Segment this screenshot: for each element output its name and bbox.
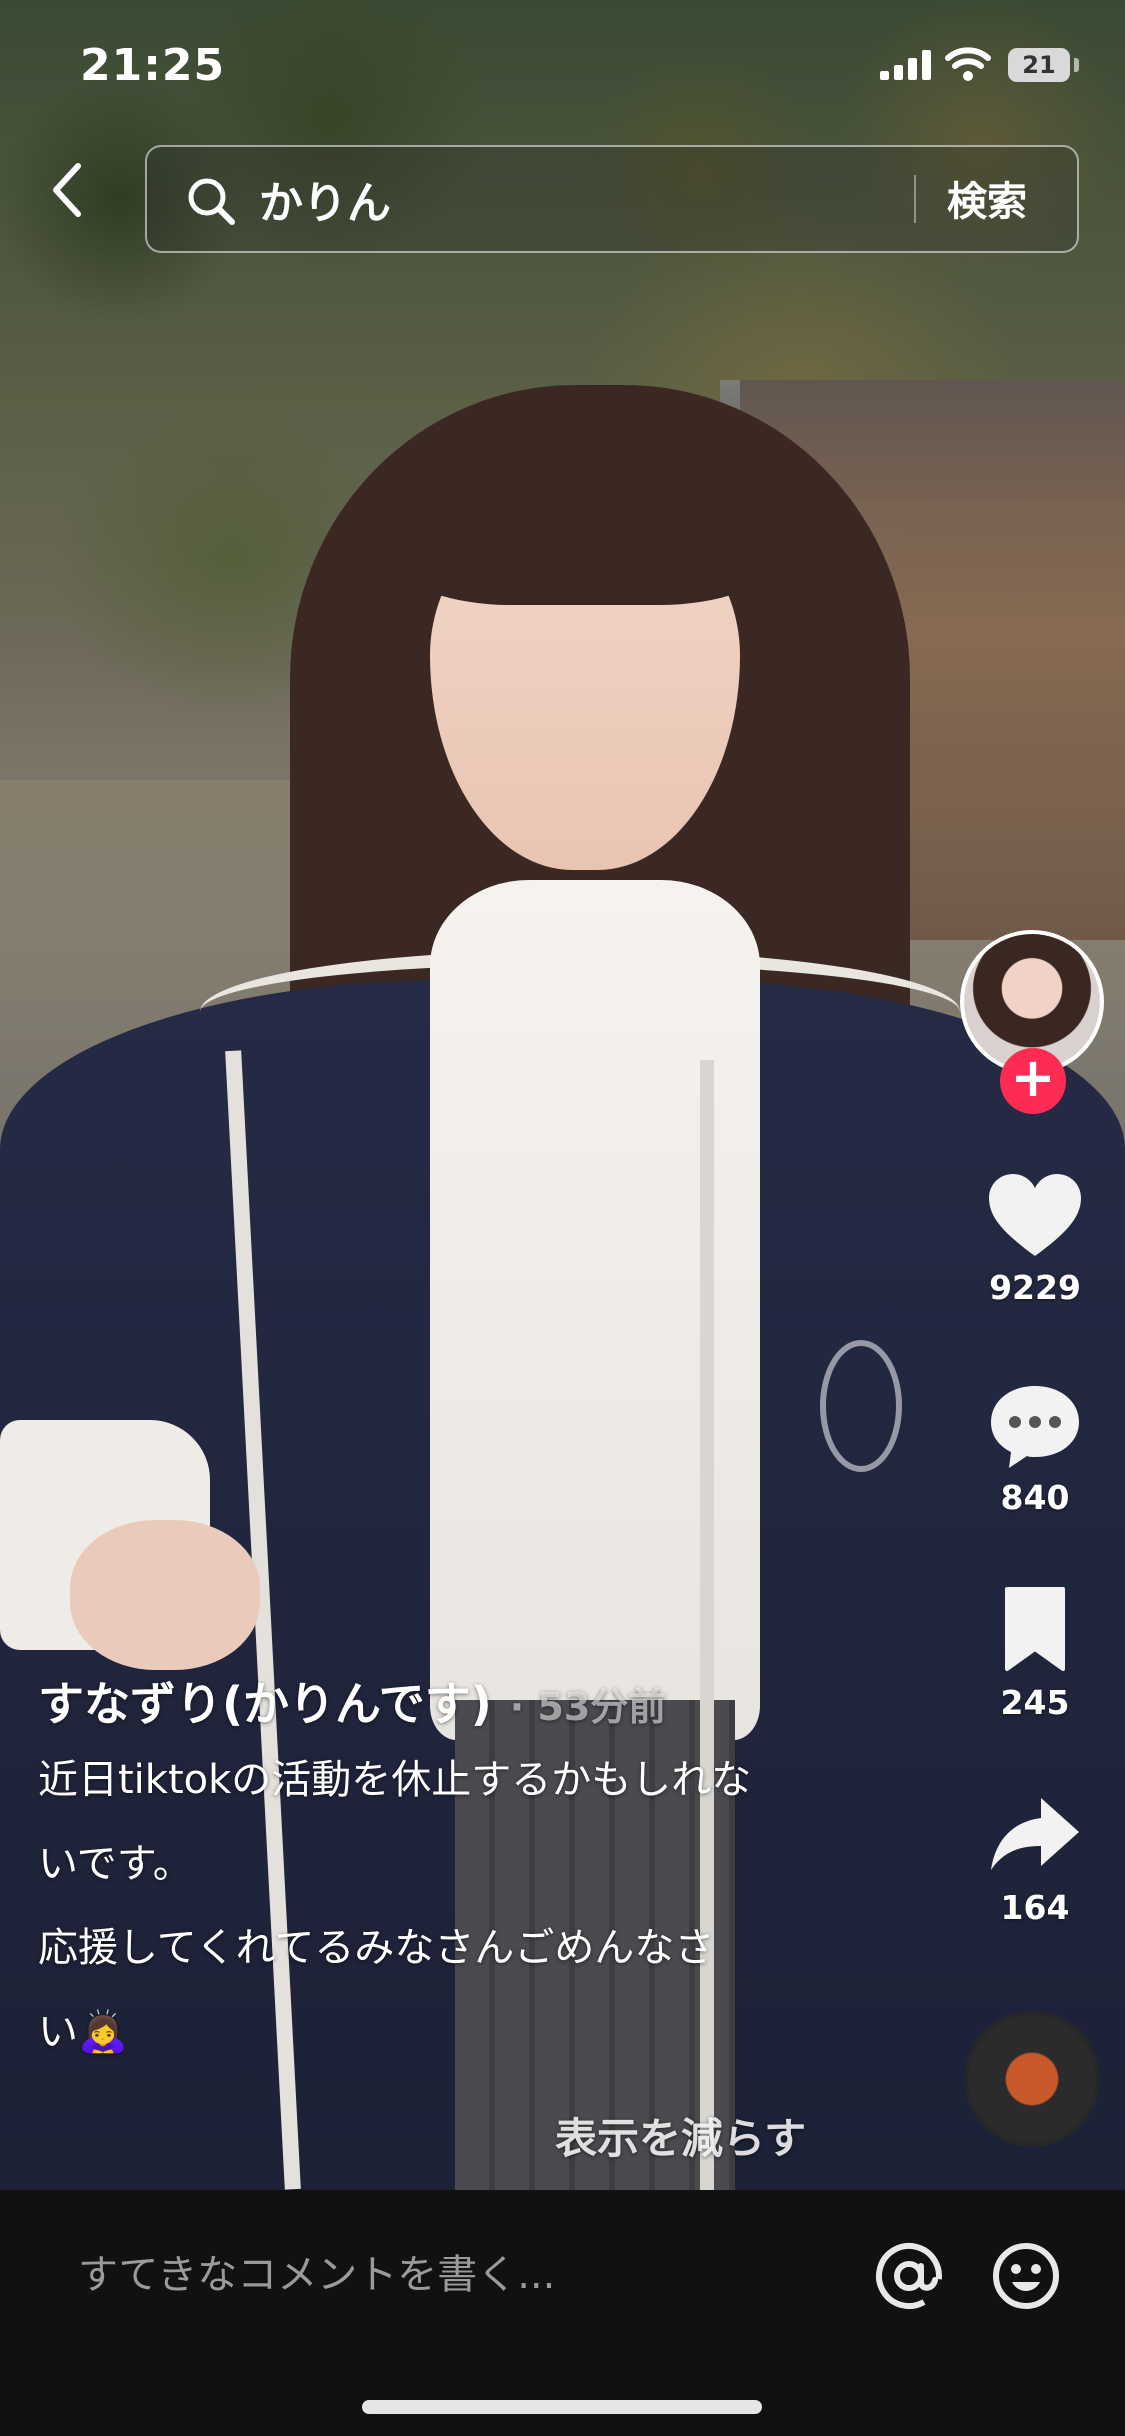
music-disc-icon[interactable]	[968, 2015, 1096, 2143]
show-less-button[interactable]: 表示を減らす	[555, 2105, 806, 2166]
comment-bar: すてきなコメントを書く...	[0, 2190, 1125, 2436]
comment-bubble-icon	[991, 1386, 1079, 1468]
battery-icon: 21	[1008, 48, 1070, 82]
video-caption: すなずり(かりんです) · 53分前 近日tiktokの活動を休止するかもしれな …	[38, 1668, 898, 2074]
heart-icon	[989, 1174, 1081, 1256]
search-query-text[interactable]: かりん	[259, 167, 391, 231]
search-divider	[914, 175, 916, 223]
emoji-icon[interactable]	[990, 2240, 1062, 2316]
search-button[interactable]: 検索	[947, 169, 1027, 227]
like-button[interactable]: 9229	[960, 1170, 1110, 1307]
status-bar: 21:25 21	[0, 0, 1125, 130]
author-line: すなずり(かりんです) · 53分前	[38, 1668, 898, 1738]
caption-line: 近日tiktokの活動を休止するかもしれな	[38, 1757, 752, 1803]
caption-line: いです。	[38, 1841, 193, 1887]
comment-button[interactable]: 840	[960, 1380, 1110, 1517]
person-hand	[70, 1520, 260, 1670]
jacket-emblem	[820, 1340, 902, 1472]
cellular-signal-icon	[880, 50, 934, 84]
bookmark-button[interactable]: 245	[960, 1585, 1110, 1722]
share-arrow-icon	[991, 1798, 1079, 1870]
share-count: 164	[1000, 1888, 1070, 1927]
share-button[interactable]: 164	[960, 1790, 1110, 1927]
caption-line: い🙇‍♀️	[38, 2009, 128, 2055]
comment-input[interactable]: すてきなコメントを書く...	[78, 2242, 555, 2300]
author-name[interactable]: すなずり(かりんです)	[38, 1677, 492, 1731]
follow-button[interactable]: +	[1000, 1048, 1066, 1114]
home-indicator[interactable]	[362, 2400, 762, 2414]
back-icon[interactable]	[44, 160, 104, 240]
bookmark-icon	[1005, 1587, 1065, 1671]
post-time: · 53分前	[509, 1685, 667, 1729]
caption-line: 応援してくれてるみなさんごめんなさ	[38, 1925, 715, 1971]
battery-cap	[1074, 58, 1079, 72]
tiktok-video-screen: 21:25 21 かりん 検索 + 9229 840 245 164 すなずり(…	[0, 0, 1125, 2436]
comment-count: 840	[1000, 1478, 1070, 1517]
search-icon	[185, 175, 237, 231]
status-time: 21:25	[80, 40, 226, 91]
search-bar[interactable]: かりん 検索	[145, 145, 1079, 253]
like-count: 9229	[989, 1268, 1081, 1307]
mention-icon[interactable]	[873, 2240, 945, 2316]
wifi-icon	[945, 46, 991, 86]
bookmark-count: 245	[1000, 1683, 1070, 1722]
